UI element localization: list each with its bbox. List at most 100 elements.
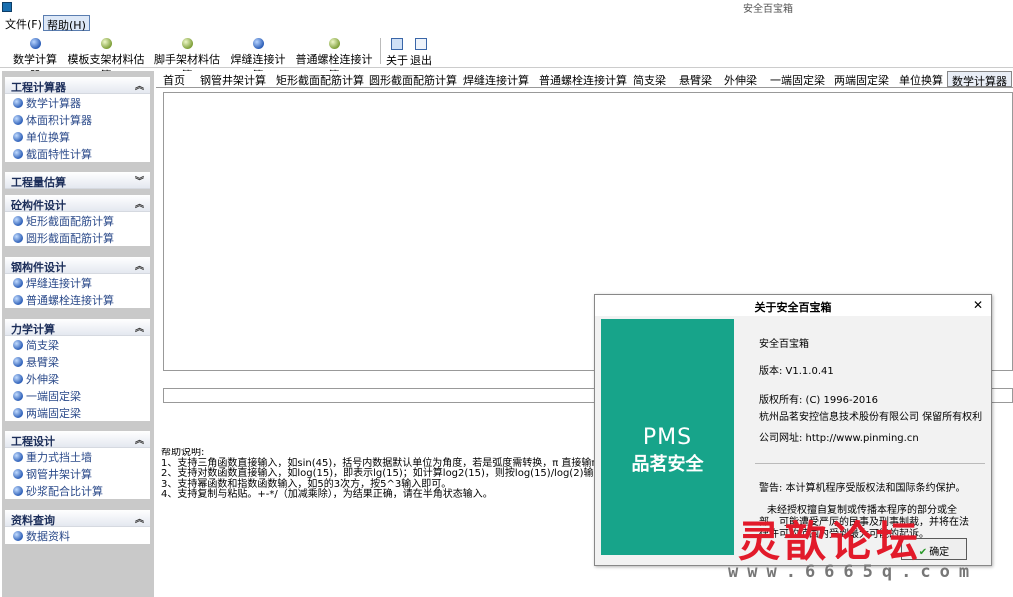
green-ball-icon xyxy=(328,38,340,49)
bullet-icon xyxy=(13,115,23,125)
sidebar-item-label: 矩形截面配筋计算 xyxy=(26,215,114,228)
bullet-icon xyxy=(13,357,23,367)
sidebar-item-label: 简支梁 xyxy=(26,339,59,352)
tab-home[interactable]: 首页 xyxy=(163,71,185,87)
exit-icon xyxy=(415,38,427,50)
panel-header[interactable]: 工程计算器 ︽ xyxy=(5,77,150,94)
sidebar-item-unit-conversion[interactable]: 单位换算 xyxy=(5,128,150,145)
toolbar-weld-button[interactable]: 焊缝连接计算 xyxy=(226,34,290,82)
collapse-icon[interactable]: ︽ xyxy=(135,433,144,446)
tab-math-calculator[interactable]: 数学计算器 xyxy=(947,71,1012,88)
sidebar-item-fixed-one-end[interactable]: 一端固定梁 xyxy=(5,387,150,404)
sidebar-item-rect-section[interactable]: 矩形截面配筋计算 xyxy=(5,212,150,229)
tab-fixed-both-ends[interactable]: 两端固定梁 xyxy=(834,71,889,87)
sidebar-item-section-properties[interactable]: 截面特性计算 xyxy=(5,145,150,162)
sidebar-item-label: 砂浆配合比计算 xyxy=(26,485,103,498)
sidebar-item-volume-calculator[interactable]: 体面积计算器 xyxy=(5,111,150,128)
bullet-icon xyxy=(13,408,23,418)
tab-weld[interactable]: 焊缝连接计算 xyxy=(463,71,529,87)
bullet-icon xyxy=(13,340,23,350)
bullet-icon xyxy=(13,278,23,288)
sidebar-item-label: 截面特性计算 xyxy=(26,148,92,161)
blue-ball-icon xyxy=(29,38,41,49)
sidebar-item-label: 重力式挡土墙 xyxy=(26,451,92,464)
watermark-url: www.6665q.com xyxy=(728,562,979,582)
menu-help[interactable]: 帮助(H) xyxy=(43,15,90,32)
toolbar-bolt-button[interactable]: 普通螺栓连接计算 xyxy=(292,34,376,82)
expand-icon[interactable]: ︾ xyxy=(135,174,144,187)
sidebar-item-data[interactable]: 数据资料 xyxy=(5,527,150,544)
panel-header[interactable]: 砼构件设计 ︽ xyxy=(5,195,150,212)
collapse-icon[interactable]: ︽ xyxy=(135,512,144,525)
tab-bolt[interactable]: 普通螺栓连接计算 xyxy=(539,71,627,87)
tab-overhang-beam[interactable]: 外伸梁 xyxy=(724,71,757,87)
sidebar-item-simple-beam[interactable]: 简支梁 xyxy=(5,336,150,353)
tab-rect-section[interactable]: 矩形截面配筋计算 xyxy=(276,71,364,87)
help-line: 4、支持复制与粘贴。+-*/（加减乘除），为结果正确，请在半角状态输入。 xyxy=(161,489,493,500)
dialog-title-bar: 关于安全百宝箱 ✕ xyxy=(595,295,991,316)
warning-text: 警告: 本计算机程序受版权法和国际条约保护。 xyxy=(759,483,966,494)
tab-steel-derrick[interactable]: 钢管井架计算 xyxy=(200,71,266,87)
toolbar-math-calculator-button[interactable]: 数学计算器 xyxy=(8,34,62,82)
sidebar-item-circle-section[interactable]: 圆形截面配筋计算 xyxy=(5,229,150,246)
sidebar-item-overhang-beam[interactable]: 外伸梁 xyxy=(5,370,150,387)
tab-fixed-one-end[interactable]: 一端固定梁 xyxy=(770,71,825,87)
sidebar-item-cantilever[interactable]: 悬臂梁 xyxy=(5,353,150,370)
panel-header[interactable]: 钢构件设计 ︽ xyxy=(5,257,150,274)
bullet-icon xyxy=(13,132,23,142)
sidebar-item-label: 焊缝连接计算 xyxy=(26,277,92,290)
sidebar-item-weld[interactable]: 焊缝连接计算 xyxy=(5,274,150,291)
toolbar-scaffold-estimate-button[interactable]: 脚手架材料估算 xyxy=(150,34,224,82)
panel-title: 资料查询 xyxy=(11,514,55,527)
sidebar-item-fixed-both-ends[interactable]: 两端固定梁 xyxy=(5,404,150,421)
title-bar: 安全百宝箱 xyxy=(0,0,1013,15)
panel-header[interactable]: 力学计算 ︽ xyxy=(5,319,150,336)
collapse-icon[interactable]: ︽ xyxy=(135,321,144,334)
sidebar-item-label: 一端固定梁 xyxy=(26,390,81,403)
menu-file[interactable]: 文件(F) xyxy=(2,15,45,31)
tab-cantilever[interactable]: 悬臂梁 xyxy=(679,71,712,87)
sidebar-item-steel-derrick[interactable]: 钢管井架计算 xyxy=(5,465,150,482)
sidebar-item-retaining-wall[interactable]: 重力式挡土墙 xyxy=(5,448,150,465)
menu-bar: 文件(F) 帮助(H) xyxy=(0,15,1013,32)
collapse-icon[interactable]: ︽ xyxy=(135,259,144,272)
help-line: 2、支持对数函数直接输入，如log(15)，即表示lg(15)；如计算log2(… xyxy=(161,468,601,479)
about-icon xyxy=(391,38,403,50)
toolbar-exit-button[interactable]: 退出 xyxy=(410,34,432,68)
sidebar-item-label: 数学计算器 xyxy=(26,97,81,110)
tab-bar: 首页 钢管井架计算 矩形截面配筋计算 圆形截面配筋计算 焊缝连接计算 普通螺栓连… xyxy=(156,71,1013,88)
panel-title: 钢构件设计 xyxy=(11,261,66,274)
panel-engineering-design: 工程设计 ︽ 重力式挡土墙 钢管井架计算 砂浆配合比计算 xyxy=(5,431,150,499)
tab-unit-conversion[interactable]: 单位换算 xyxy=(899,71,943,87)
sidebar-item-mortar-mix[interactable]: 砂浆配合比计算 xyxy=(5,482,150,499)
sidebar-item-label: 悬臂梁 xyxy=(26,356,59,369)
toolbar-formwork-estimate-button[interactable]: 模板支架材料估算 xyxy=(64,34,148,82)
sidebar-item-label: 圆形截面配筋计算 xyxy=(26,232,114,245)
panel-header[interactable]: 工程量估算 ︾ xyxy=(5,172,150,189)
collapse-icon[interactable]: ︽ xyxy=(135,197,144,210)
app-icon xyxy=(2,2,12,12)
bullet-icon xyxy=(13,452,23,462)
panel-header[interactable]: 工程设计 ︽ xyxy=(5,431,150,448)
green-ball-icon xyxy=(100,38,112,49)
toolbar-about-button[interactable]: 关于 xyxy=(386,34,408,68)
green-ball-icon xyxy=(181,38,193,49)
dialog-title: 关于安全百宝箱 xyxy=(754,301,832,314)
sidebar-item-label: 两端固定梁 xyxy=(26,407,81,420)
panel-header[interactable]: 资料查询 ︽ xyxy=(5,510,150,527)
logo-text: PMS xyxy=(642,425,693,450)
sidebar-item-label: 普通螺栓连接计算 xyxy=(26,294,114,307)
sidebar-item-math-calculator[interactable]: 数学计算器 xyxy=(5,94,150,111)
dialog-divider xyxy=(755,463,985,464)
sidebar-item-label: 单位换算 xyxy=(26,131,70,144)
sidebar-item-bolt[interactable]: 普通螺栓连接计算 xyxy=(5,291,150,308)
bullet-icon xyxy=(13,149,23,159)
tab-simple-beam[interactable]: 简支梁 xyxy=(633,71,666,87)
bullet-icon xyxy=(13,98,23,108)
website-text: 公司网址: http://www.pinming.cn xyxy=(759,433,919,444)
panel-quantity-estimate: 工程量估算 ︾ xyxy=(5,172,150,189)
version-text: 版本: V1.1.0.41 xyxy=(759,366,834,377)
collapse-icon[interactable]: ︽ xyxy=(135,79,144,92)
close-icon[interactable]: ✕ xyxy=(973,298,983,312)
tab-circle-section[interactable]: 圆形截面配筋计算 xyxy=(369,71,457,87)
